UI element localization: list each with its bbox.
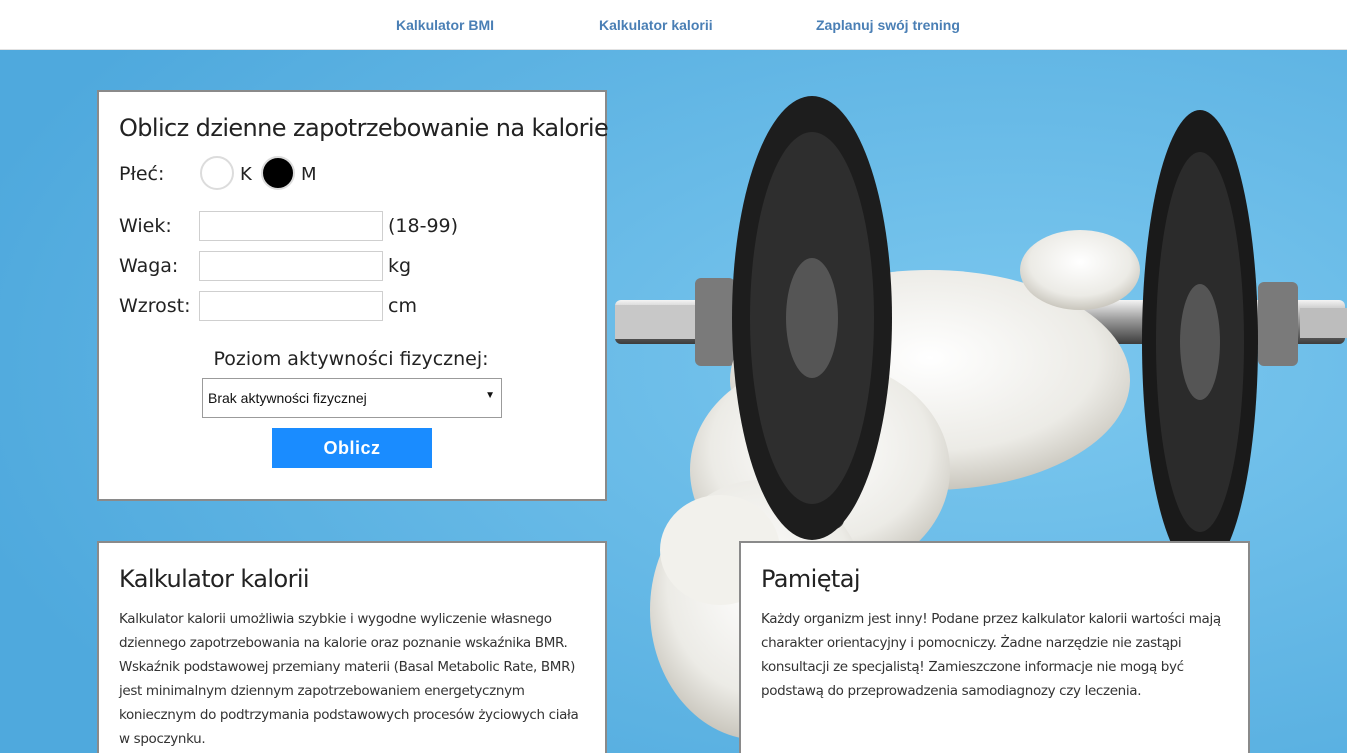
height-label: Wzrost:: [119, 295, 191, 317]
nav-link-plan-training[interactable]: Zaplanuj swój trening: [816, 17, 960, 33]
activity-level-selected-value: Brak aktywności fizycznej: [208, 390, 367, 406]
height-unit: cm: [388, 295, 417, 317]
gender-radio-male[interactable]: [261, 156, 295, 190]
activity-level-select[interactable]: Brak aktywności fizycznej ▼: [202, 378, 502, 418]
nav-link-bmi-calculator[interactable]: Kalkulator BMI: [396, 17, 494, 33]
gender-radio-female[interactable]: [200, 156, 234, 190]
height-input[interactable]: [199, 291, 383, 321]
calorie-form-card: Oblicz dzienne zapotrzebowanie na kalori…: [97, 90, 609, 501]
calculator-info-title: Kalkulator kalorii: [119, 565, 310, 593]
gender-label: Płeć:: [119, 163, 165, 185]
weight-unit: kg: [388, 255, 412, 277]
dropdown-arrow-icon: ▼: [485, 390, 495, 401]
top-navigation: Kalkulator BMI Kalkulator kalorii Zaplan…: [0, 0, 1347, 50]
age-label: Wiek:: [119, 215, 172, 237]
remember-title: Pamiętaj: [761, 565, 861, 593]
weight-input[interactable]: [199, 251, 383, 281]
weight-label: Waga:: [119, 255, 179, 277]
calculator-info-text: Kalkulator kalorii umożliwia szybkie i w…: [119, 611, 579, 747]
gender-label-male: M: [301, 164, 317, 185]
gender-label-female: K: [240, 164, 252, 185]
remember-text: Każdy organizm jest inny! Podane przez k…: [761, 611, 1221, 699]
nav-link-calorie-calculator[interactable]: Kalkulator kalorii: [599, 17, 713, 33]
age-range-hint: (18-99): [388, 215, 459, 237]
calculator-info-card: Kalkulator kalorii Kalkulator kalorii um…: [97, 541, 607, 753]
age-input[interactable]: [199, 211, 383, 241]
form-title: Oblicz dzienne zapotrzebowanie na kalori…: [119, 114, 609, 142]
activity-level-label: Poziom aktywności fizycznej:: [213, 348, 489, 370]
remember-card: Pamiętaj Każdy organizm jest inny! Podan…: [739, 541, 1250, 753]
calculate-button[interactable]: Oblicz: [272, 428, 432, 468]
